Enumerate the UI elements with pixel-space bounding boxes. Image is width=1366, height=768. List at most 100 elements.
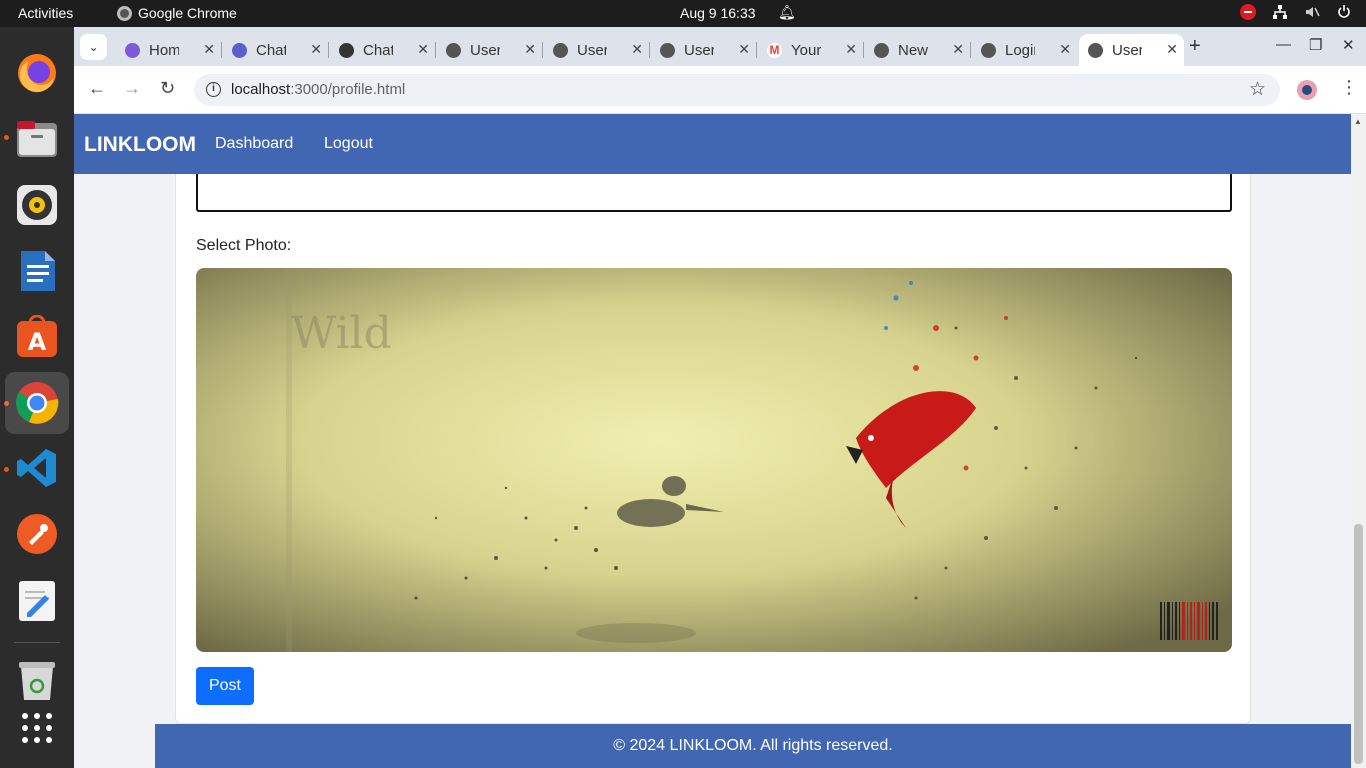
close-tab-icon[interactable]: ✕ <box>310 41 322 58</box>
bookmark-star-icon[interactable]: ☆ <box>1249 78 1266 101</box>
tab-separator <box>970 42 971 58</box>
focused-app-name: Google Chrome <box>138 5 237 21</box>
tab-separator <box>328 42 329 58</box>
focused-app-indicator[interactable]: Google Chrome <box>117 5 237 21</box>
browser-tab[interactable]: User ✕ <box>544 34 650 66</box>
app-center-icon[interactable]: A <box>14 314 60 360</box>
tab-title: User <box>470 41 500 59</box>
photo-preview[interactable]: Wild <box>196 268 1232 652</box>
avatar-icon <box>1302 85 1312 95</box>
globe-icon <box>874 42 889 58</box>
activities-button[interactable]: Activities <box>18 5 73 21</box>
browser-tab[interactable]: Login ✕ <box>972 34 1077 66</box>
globe-icon <box>446 42 461 58</box>
nav-dashboard-link[interactable]: Dashboard <box>215 135 293 153</box>
close-tab-icon[interactable]: ✕ <box>738 41 750 58</box>
dock: A <box>0 27 74 768</box>
tab-separator <box>435 42 436 58</box>
tab-title: Login <box>1005 41 1035 59</box>
cat-and-parrot-image: Wild <box>196 268 1232 652</box>
close-tab-icon[interactable]: ✕ <box>631 41 643 58</box>
chrome-icon[interactable] <box>5 372 69 434</box>
reload-button[interactable]: ↻ <box>160 78 175 99</box>
maximize-button[interactable]: ❐ <box>1309 36 1322 54</box>
do-not-disturb-icon[interactable] <box>1240 4 1256 20</box>
trash-icon[interactable] <box>14 657 60 703</box>
firefox-icon[interactable] <box>14 50 60 96</box>
files-icon[interactable] <box>14 116 60 162</box>
notification-bell-icon[interactable]: 🔔︎ <box>778 4 796 21</box>
tab-title: Your <box>791 41 821 59</box>
new-tab-button[interactable]: + <box>1189 35 1201 58</box>
back-button[interactable]: ← <box>88 78 106 99</box>
select-photo-label: Select Photo: <box>196 237 292 254</box>
profile-avatar[interactable] <box>1297 80 1317 100</box>
site-navbar: LINKLOOM Dashboard Logout <box>74 114 1351 174</box>
svg-text:A: A <box>28 328 47 356</box>
browser-tab[interactable]: Home ✕ <box>116 34 222 66</box>
chrome-small-icon <box>117 5 132 21</box>
close-tab-icon[interactable]: ✕ <box>203 41 215 58</box>
text-editor-icon[interactable] <box>14 578 60 624</box>
page-scrollbar[interactable]: ▲ <box>1351 114 1366 768</box>
tab-title: Home <box>149 41 179 59</box>
browser-tab[interactable]: New ✕ <box>865 34 971 66</box>
running-indicator <box>4 467 9 472</box>
rhythmbox-icon[interactable] <box>14 182 60 228</box>
tab-search-button[interactable]: ⌄ <box>80 34 107 60</box>
close-tab-icon[interactable]: ✕ <box>845 41 857 58</box>
scrollbar-thumb[interactable] <box>1354 524 1363 764</box>
close-window-button[interactable]: ✕ <box>1342 36 1355 54</box>
address-bar[interactable]: i localhost:3000/profile.html ☆ <box>194 74 1280 106</box>
site-info-icon[interactable]: i <box>206 82 221 97</box>
vscode-icon[interactable] <box>14 445 60 491</box>
running-indicator <box>4 135 9 140</box>
clock[interactable]: Aug 9 16:33 <box>680 5 756 21</box>
tab-separator <box>221 42 222 58</box>
close-tab-icon[interactable]: ✕ <box>952 41 964 58</box>
chrome-menu-icon[interactable]: ⋮ <box>1340 77 1358 98</box>
network-icon[interactable] <box>1272 4 1288 20</box>
site-footer: © 2024 LINKLOOM. All rights reserved. <box>155 724 1351 768</box>
tab-strip: ⌄ Home ✕ Chat ✕ ChatGPT ✕ User ✕ User ✕ User ✕ M Your… <box>74 27 1366 66</box>
post-button[interactable]: Post <box>196 667 254 705</box>
copilot-icon <box>125 42 140 58</box>
post-form-card: Select Photo: Wild Post <box>175 154 1251 724</box>
site-brand[interactable]: LINKLOOM <box>84 133 196 157</box>
close-tab-icon[interactable]: ✕ <box>1166 41 1178 58</box>
url-host: localhost <box>231 81 291 98</box>
url-path: :3000/profile.html <box>290 81 406 98</box>
system-tray[interactable] <box>1240 4 1352 20</box>
power-icon[interactable] <box>1336 4 1352 20</box>
image-watermark-text: Wild <box>291 308 392 359</box>
libreoffice-writer-icon[interactable] <box>14 248 60 294</box>
app-grid-icon[interactable] <box>14 705 60 751</box>
page-viewport: Select Photo: Wild Post LINKLOOM Dashboa… <box>74 114 1366 768</box>
scroll-up-arrow-icon[interactable]: ▲ <box>1354 117 1362 126</box>
tab-title: ChatGPT <box>363 41 393 59</box>
tab-separator <box>756 42 757 58</box>
close-tab-icon[interactable]: ✕ <box>524 41 536 58</box>
browser-tab[interactable]: Chat ✕ <box>223 34 329 66</box>
minimize-button[interactable]: — <box>1276 36 1291 53</box>
postman-icon[interactable] <box>14 511 60 557</box>
dock-separator <box>14 642 60 643</box>
tab-title: New <box>898 41 928 59</box>
browser-tab[interactable]: User ✕ <box>651 34 757 66</box>
tab-title: User <box>577 41 607 59</box>
volume-muted-icon[interactable] <box>1304 4 1320 20</box>
nav-logout-link[interactable]: Logout <box>324 135 373 153</box>
openai-icon <box>339 42 354 58</box>
url-text[interactable]: localhost:3000/profile.html <box>231 81 405 98</box>
browser-tab[interactable]: M Your ✕ <box>758 34 864 66</box>
browser-tab[interactable]: User ✕ <box>1079 34 1184 66</box>
system-top-bar: Activities Google Chrome Aug 9 16:33 🔔︎ <box>0 0 1366 27</box>
close-tab-icon[interactable]: ✕ <box>1059 41 1071 58</box>
forward-button[interactable]: → <box>123 78 141 99</box>
tab-separator <box>863 42 864 58</box>
browser-tab[interactable]: User ✕ <box>437 34 543 66</box>
close-tab-icon[interactable]: ✕ <box>417 41 429 58</box>
tab-title: Chat <box>256 41 286 59</box>
globe-icon <box>1088 42 1103 58</box>
browser-tab[interactable]: ChatGPT ✕ <box>330 34 436 66</box>
